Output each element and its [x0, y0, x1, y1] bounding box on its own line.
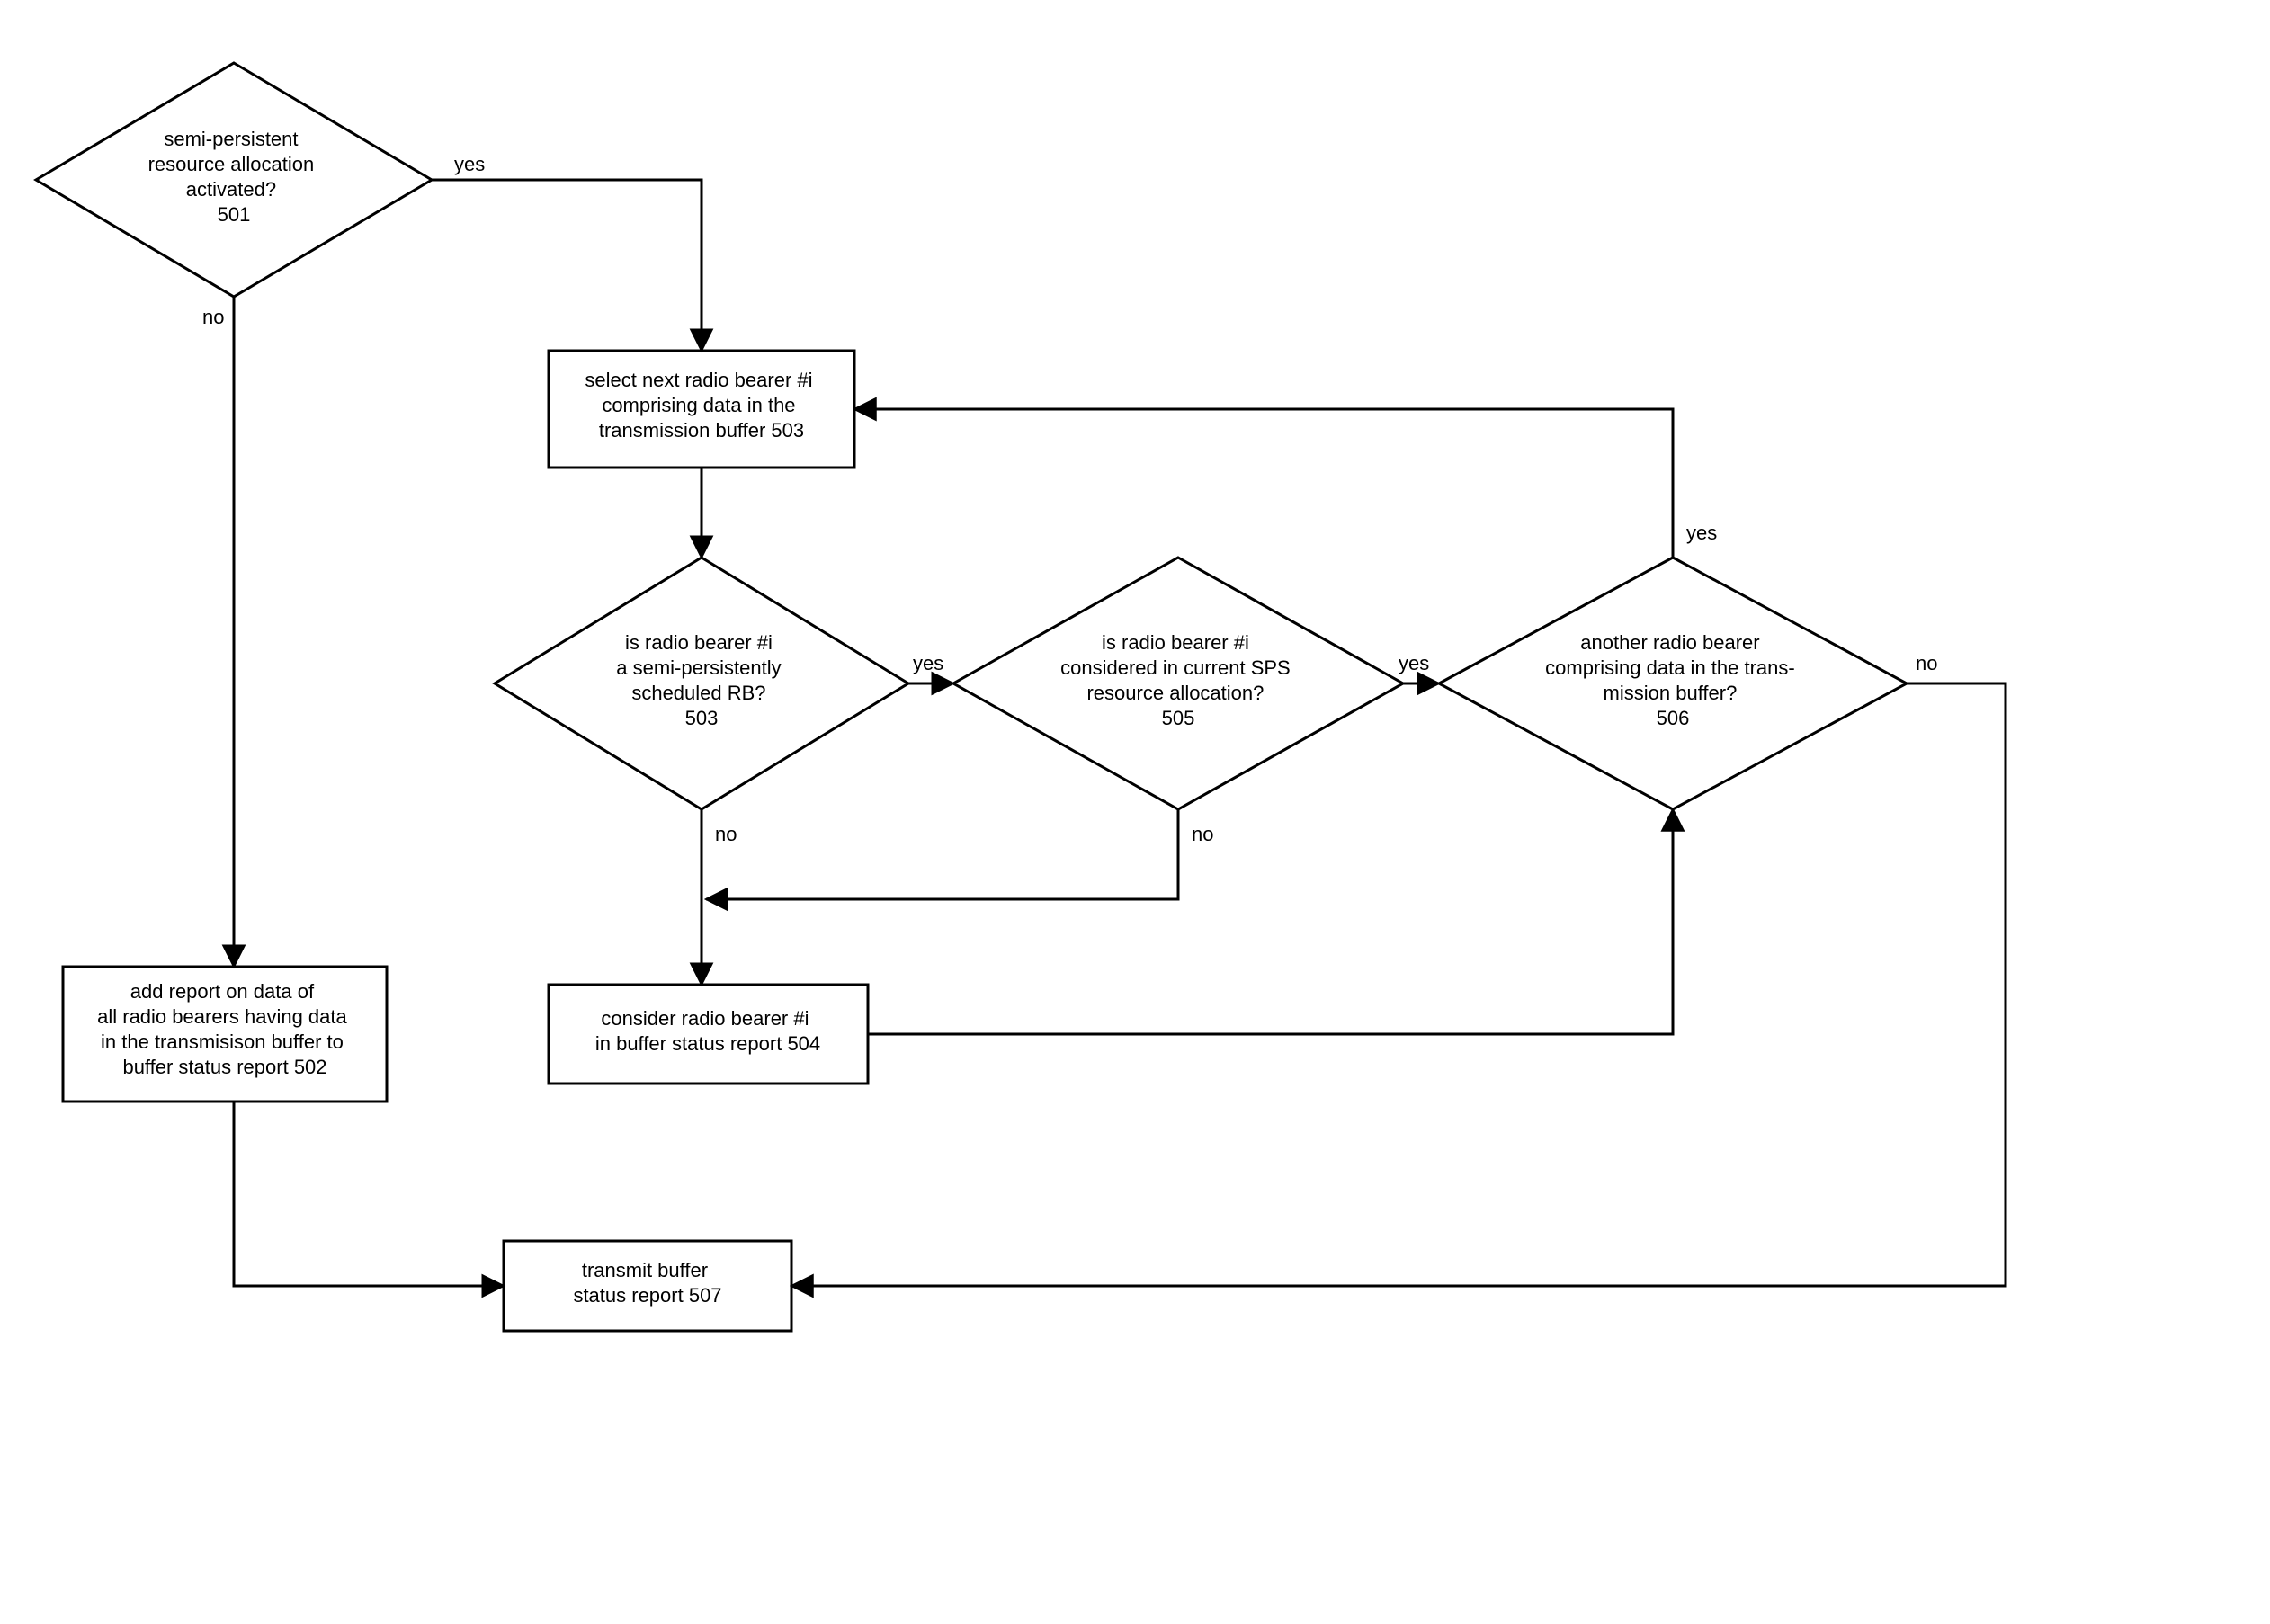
node-506-line2: mission buffer?: [1604, 682, 1738, 704]
edge-505-no-label: no: [1192, 823, 1213, 845]
edge-505-yes-label: yes: [1399, 652, 1429, 674]
node-506-line0: another radio bearer: [1580, 631, 1759, 654]
node-502-line0: add report on data of: [130, 980, 315, 1003]
node-501-line1: resource allocation: [148, 153, 315, 175]
node-507: transmit buffer status report 507: [504, 1241, 791, 1331]
edge-503d-no-label: no: [715, 823, 737, 845]
edge-506-no: [791, 683, 2006, 1286]
edge-506-no-label: no: [1916, 652, 1937, 674]
node-504-line1: in buffer status report 504: [595, 1032, 820, 1055]
edge-504-506: [868, 809, 1673, 1034]
node-502-line3: buffer status report 502: [122, 1056, 326, 1078]
node-503p-line2: transmission buffer 503: [599, 419, 804, 442]
node-502: add report on data of all radio bearers …: [63, 967, 387, 1102]
node-506: another radio bearer comprising data in …: [1439, 558, 1907, 809]
node-507-line0: transmit buffer: [582, 1259, 708, 1281]
node-507-line1: status report 507: [573, 1284, 721, 1307]
edge-503d-yes-label: yes: [913, 652, 943, 674]
edge-501-yes-label: yes: [454, 153, 485, 175]
node-504-line0: consider radio bearer #i: [601, 1007, 809, 1030]
edge-501-no-label: no: [202, 306, 224, 328]
edge-506-yes-label: yes: [1686, 522, 1717, 544]
node-502-line2: in the transmisison buffer to: [101, 1031, 344, 1053]
node-502-line1: all radio bearers having data: [97, 1005, 347, 1028]
node-501-line2: activated?: [186, 178, 276, 201]
node-503p-line0: select next radio bearer #i: [585, 369, 812, 391]
node-503d-line3: 503: [685, 707, 719, 729]
node-504: consider radio bearer #i in buffer statu…: [549, 985, 868, 1084]
edge-506-yes: [854, 409, 1673, 558]
node-505: is radio bearer #i considered in current…: [953, 558, 1403, 809]
node-505-line3: 505: [1162, 707, 1195, 729]
node-505-line0: is radio bearer #i: [1102, 631, 1249, 654]
node-506-line1: comprising data in the trans-: [1545, 656, 1795, 679]
node-501-line0: semi-persistent: [164, 128, 298, 150]
node-505-line1: considered in current SPS: [1060, 656, 1291, 679]
node-503p-line1: comprising data in the: [602, 394, 795, 416]
edge-501-yes: [432, 180, 702, 351]
flowchart-svg: semi-persistent resource allocation acti…: [0, 0, 2270, 1624]
node-505-line2: resource allocation?: [1086, 682, 1264, 704]
node-503d-line0: is radio bearer #i: [625, 631, 773, 654]
node-501: semi-persistent resource allocation acti…: [36, 63, 432, 297]
node-503-select: select next radio bearer #i comprising d…: [549, 351, 854, 468]
node-501-line3: 501: [218, 203, 251, 226]
node-506-line3: 506: [1657, 707, 1690, 729]
svg-text:select next radio bearer #i: select next radio bearer #i comprising d…: [585, 369, 818, 442]
node-503-decision: is radio bearer #i a semi-persistently s…: [495, 558, 908, 809]
node-503d-line2: scheduled RB?: [631, 682, 765, 704]
edge-502-507: [234, 1102, 504, 1286]
edge-505-no: [706, 809, 1178, 899]
node-503d-line1: a semi-persistently: [616, 656, 781, 679]
